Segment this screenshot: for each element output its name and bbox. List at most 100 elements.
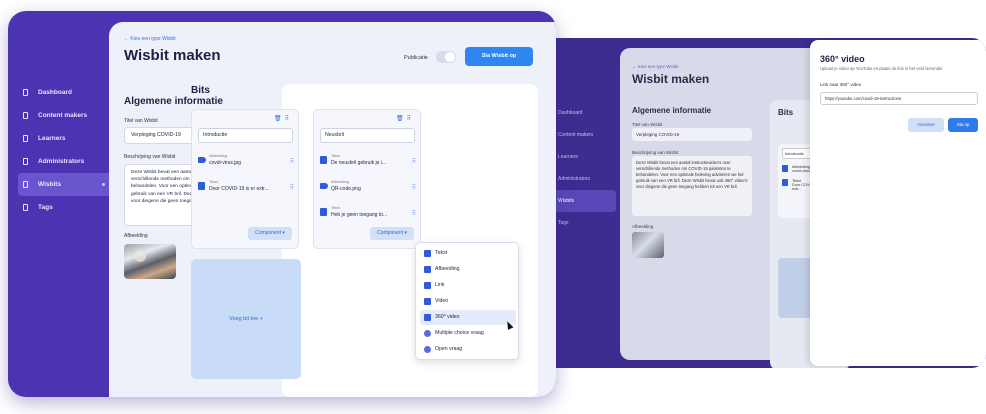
card-tools: 🗑⠿: [274, 115, 292, 122]
bits-title: Bits: [191, 85, 210, 96]
text-icon: [198, 182, 205, 190]
item-value: Heb je geen toegang to...: [331, 212, 388, 218]
component-dropdown-button[interactable]: Component ▾: [248, 227, 292, 240]
modal-cancel-button[interactable]: Annuleer: [908, 118, 944, 132]
drag-handle-icon[interactable]: ⠿: [412, 184, 416, 191]
video-360-icon: [424, 314, 431, 321]
page-icon: [23, 204, 28, 211]
item-type: Tekst: [331, 206, 340, 210]
modal-subtitle: Upload je video op YouTube en plaats de …: [820, 66, 943, 71]
back-back-link: ← Kies een type Wisbit: [632, 64, 679, 69]
trash-icon[interactable]: 🗑: [396, 116, 407, 122]
video-icon: [424, 298, 431, 305]
menu-item-afbeelding[interactable]: Afbeelding: [420, 262, 516, 277]
card-item[interactable]: Tekst Door COVID-19 is er extr... ⠿: [198, 178, 294, 200]
back-link[interactable]: ← Kies een type Wisbit: [124, 36, 176, 42]
text-icon: [424, 250, 431, 257]
title-label: Titel van Wisbit: [124, 118, 158, 124]
item-value: covid-virus.jpg: [209, 160, 241, 166]
image-icon: [424, 266, 431, 273]
modal-title: 360° video: [820, 54, 865, 64]
item-type: Afbeelding: [209, 154, 227, 158]
card-item[interactable]: Afbeelding QR-code.png ⠿: [320, 178, 416, 200]
page-icon: [23, 158, 28, 165]
page-icon: [23, 181, 28, 188]
text-icon: [320, 156, 327, 164]
drag-handle-icon[interactable]: ⠿: [290, 184, 294, 191]
page-icon: [23, 135, 28, 142]
card-name-input[interactable]: Introductie: [198, 128, 293, 143]
menu-item-360-video[interactable]: 360° video: [420, 310, 516, 325]
menu-item-label: 360° video: [435, 314, 460, 320]
text-icon: [782, 179, 788, 186]
sidebar-item-label: Administrators: [38, 158, 85, 165]
image-icon: [782, 165, 788, 172]
toggle-knob: [445, 52, 455, 62]
card-item[interactable]: Tekst Heb je geen toegang to... ⠿: [320, 204, 416, 226]
description-label: Beschrijving van Wisbit: [124, 154, 176, 160]
back-page-title: Wisbit maken: [632, 72, 710, 86]
bit-card: 🗑⠿ Introductie Afbeelding covid-virus.jp…: [191, 109, 299, 249]
menu-item-label: Open vraag: [435, 346, 463, 352]
drag-handle-icon[interactable]: ⠿: [412, 158, 416, 165]
card-item[interactable]: Afbeelding covid-virus.jpg ⠿: [198, 152, 294, 174]
menu-item-video[interactable]: Video: [420, 294, 516, 309]
video-360-modal: 360° video Upload je video op YouTube en…: [810, 40, 986, 366]
item-type: Tekst: [209, 180, 218, 184]
item-value: Door COVID-19 is er extr...: [209, 186, 269, 192]
check-circle-icon: [424, 330, 431, 337]
drag-handle-icon[interactable]: ⠿: [290, 158, 294, 165]
drag-handle-icon[interactable]: ⠿: [285, 116, 292, 122]
sidebar-item-label: Dashboard: [38, 89, 72, 96]
sidebar-item-dashboard[interactable]: Dashboard: [18, 81, 112, 104]
menu-item-tekst[interactable]: Tekst: [420, 246, 516, 261]
menu-item-link[interactable]: Link: [420, 278, 516, 293]
item-value: De neusbril gebruik je i...: [331, 160, 387, 166]
bit-card: 🗑⠿ Neusbril Tekst De neusbril gebruik je…: [313, 109, 421, 249]
add-bit-button[interactable]: Voeg bit toe +: [191, 259, 301, 379]
image-thumbnail[interactable]: [124, 244, 176, 279]
page-icon: [23, 112, 28, 119]
back-title-label: Titel van Wisbit: [632, 122, 663, 127]
menu-item-label: Multiple choice vraag: [435, 330, 484, 336]
publish-label: Publicatie: [404, 55, 428, 61]
menu-item-multiple-choice[interactable]: Multiple choice vraag: [420, 326, 516, 341]
modal-link-input[interactable]: https://youtube.com/covid-19-instruction…: [820, 92, 978, 105]
sidebar-item-label: Tags: [38, 204, 53, 211]
sidebar-item-label: Wisbits: [38, 181, 62, 188]
page-title: Wisbit maken: [124, 47, 221, 64]
link-icon: [424, 282, 431, 289]
item-type: Afbeelding: [331, 180, 349, 184]
text-icon: [320, 208, 327, 216]
sidebar-item-label: Learners: [38, 135, 66, 142]
component-dropdown-button[interactable]: Component ▾: [370, 227, 414, 240]
back-title-input: Verpleging COVID-19: [632, 128, 752, 141]
modal-save-button[interactable]: Sla op: [948, 118, 978, 132]
page-icon: [23, 89, 28, 96]
sidebar-item-administrators[interactable]: Administrators: [18, 150, 112, 173]
back-desc-label: Beschrijving van Wisbit: [632, 150, 679, 155]
card-name-input[interactable]: Neusbril: [320, 128, 415, 143]
card-item[interactable]: Tekst De neusbril gebruik je i... ⠿: [320, 152, 416, 174]
item-value: QR-code.png: [331, 186, 361, 192]
modal-link-label: Link naar 360° video: [820, 82, 862, 87]
menu-item-open-question[interactable]: Open vraag: [420, 342, 516, 357]
drag-handle-icon[interactable]: ⠿: [412, 210, 416, 217]
menu-item-label: Tekst: [435, 250, 448, 256]
general-section-title: Algemene informatie: [124, 96, 223, 107]
sidebar-item-label: Content makers: [38, 112, 88, 119]
menu-item-label: Link: [435, 282, 445, 288]
sidebar-item-learners[interactable]: Learners: [18, 127, 112, 150]
sidebar-item-tags[interactable]: Tags: [18, 196, 112, 219]
save-wisbit-button[interactable]: Sla Wisbit op: [465, 47, 533, 66]
back-section-title: Algemene informatie: [632, 106, 712, 115]
active-dot-icon: [102, 183, 105, 186]
sidebar-item-content-makers[interactable]: Content makers: [18, 104, 112, 127]
sidebar-item-wisbits[interactable]: Wisbits: [18, 173, 112, 196]
drag-handle-icon[interactable]: ⠿: [407, 116, 414, 122]
publish-toggle[interactable]: [436, 51, 456, 63]
trash-icon[interactable]: 🗑: [274, 116, 285, 122]
menu-item-label: Afbeelding: [435, 266, 460, 272]
item-type: Tekst: [331, 154, 340, 158]
back-image-label: Afbeelding: [632, 224, 654, 229]
